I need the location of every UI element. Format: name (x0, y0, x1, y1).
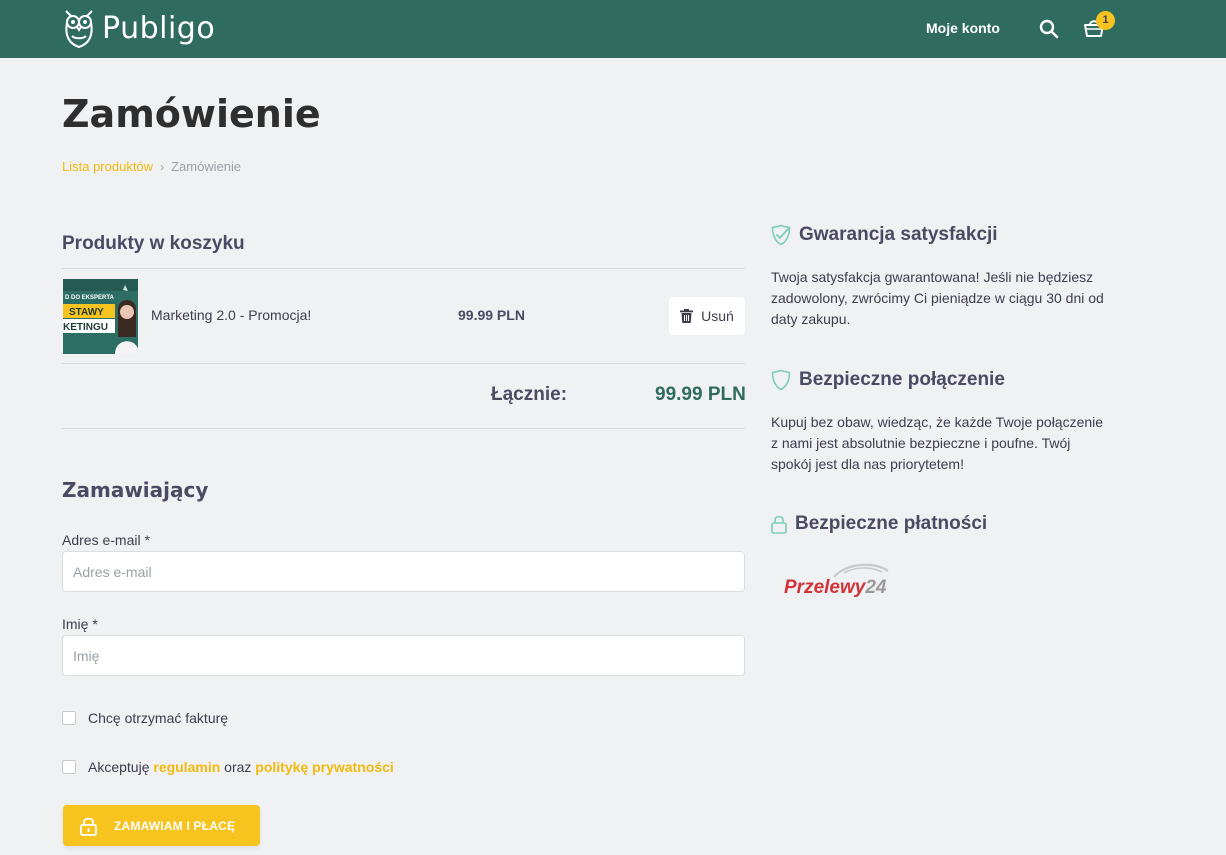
email-label: Adres e-mail * (62, 532, 150, 548)
divider (62, 363, 745, 364)
product-price: 99.99 PLN (458, 307, 525, 323)
email-field[interactable] (62, 551, 745, 592)
chevron-right-icon: › (160, 159, 165, 174)
secure-payments-title: Bezpieczne płatności (795, 513, 988, 534)
thumb-text-2: STAWY (69, 307, 104, 318)
invoice-checkbox-row: Chcę otrzymać fakturę (62, 710, 228, 726)
product-name[interactable]: Marketing 2.0 - Promocja! (151, 307, 311, 323)
guarantee-text: Twoja satysfakcja gwarantowana! Jeśli ni… (771, 269, 1104, 327)
total-value: 99.99 PLN (655, 384, 746, 405)
breadcrumb-current: Zamówienie (171, 159, 242, 174)
lock-icon (80, 817, 97, 836)
thumb-text-3: KETINGU (63, 322, 108, 333)
my-account-link[interactable]: Moje konto (926, 20, 1000, 36)
secure-payments-heading: Bezpieczne płatności (771, 513, 987, 535)
breadcrumb: Lista produktów › Zamówienie (62, 159, 241, 174)
divider (62, 428, 745, 429)
owl-logo-icon (65, 10, 93, 49)
lock-icon (771, 515, 787, 534)
terms-middle: oraz (224, 759, 252, 775)
secure-connection-text: Kupuj bez obaw, wiedząc, że każde Twoje … (771, 414, 1104, 472)
first-name-field[interactable] (62, 635, 745, 676)
invoice-label: Chcę otrzymać fakturę (88, 710, 229, 726)
secure-connection-heading: Bezpieczne połączenie (771, 369, 1005, 391)
total-label: Łącznie: (491, 384, 568, 405)
check-shield-icon (771, 224, 791, 246)
remove-item-label: Usuń (701, 308, 734, 324)
trash-icon (680, 309, 694, 323)
first-name-label: Imię * (62, 616, 98, 632)
divider (62, 268, 745, 269)
breadcrumb-product-list-link[interactable]: Lista produktów (62, 159, 153, 174)
thumb-text-1: D DO EKSPERTA (65, 295, 115, 301)
invoice-checkbox[interactable] (62, 711, 76, 725)
terms-checkbox[interactable] (62, 760, 76, 774)
shield-icon (771, 369, 791, 391)
privacy-policy-link[interactable]: politykę prywatności (255, 759, 393, 775)
terms-link[interactable]: regulamin (153, 759, 220, 775)
buyer-heading: Zamawiający (62, 478, 209, 502)
order-and-pay-label: ZAMAWIAM I PŁACĘ (114, 818, 236, 833)
logo-text: Publigo (102, 10, 216, 46)
przelewy24-logo: Przelewy24 (784, 563, 889, 597)
cart-heading: Produkty w koszyku (62, 233, 245, 254)
terms-prefix: Akceptuję (88, 759, 150, 775)
product-thumbnail: D DO EKSPERTA STAWY KETINGU (63, 279, 138, 354)
guarantee-title: Gwarancja satysfakcji (799, 224, 998, 245)
page-title: Zamówienie (62, 92, 321, 136)
logo[interactable]: Publigo (62, 7, 215, 49)
guarantee-heading: Gwarancja satysfakcji (771, 224, 998, 246)
search-icon[interactable] (1038, 18, 1060, 40)
cart-count-badge: 1 (1096, 11, 1115, 30)
przelewy24-text: Przelewy24 (784, 577, 887, 597)
order-and-pay-button[interactable]: ZAMAWIAM I PŁACĘ (63, 805, 260, 846)
secure-connection-title: Bezpieczne połączenie (799, 369, 1005, 390)
terms-checkbox-row: Akceptuję regulamin oraz politykę prywat… (62, 759, 394, 775)
top-navbar: Publigo Moje konto 1 (0, 0, 1226, 58)
remove-item-button[interactable]: Usuń (669, 297, 745, 335)
